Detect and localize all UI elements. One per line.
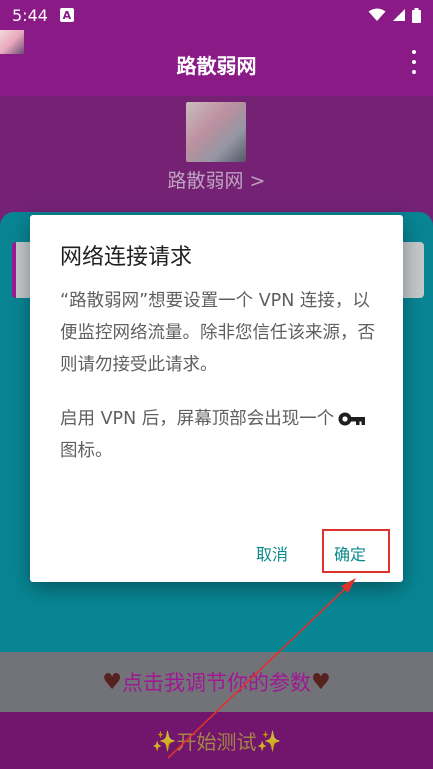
dialog-title: 网络连接请求 <box>60 245 193 270</box>
status-time: 5:44 <box>12 5 48 25</box>
icon-note-text-after: 图标。 <box>60 441 113 461</box>
dialog-paragraph-warning: “路散弱网”想要设置一个 VPN 连接，以便监控网络流量。除非您信任该来源，否则… <box>60 291 375 375</box>
dialog-message: “路散弱网”想要设置一个 VPN 连接，以便监控网络流量。除非您信任该来源，否则… <box>60 285 378 489</box>
dialog-paragraph-icon-note: 启用 VPN 后，屏幕顶部会出现一个 图标。 <box>60 403 378 467</box>
wifi-icon <box>368 8 386 21</box>
vpn-request-dialog: 网络连接请求 “路散弱网”想要设置一个 VPN 连接，以便监控网络流量。除非您信… <box>30 215 403 582</box>
icon-note-text-before: 启用 VPN 后，屏幕顶部会出现一个 <box>60 409 335 429</box>
overflow-menu-icon[interactable] <box>411 50 417 74</box>
cancel-button[interactable]: 取消 <box>256 541 288 565</box>
app-title: 路散弱网 <box>176 54 257 78</box>
status-bar: 5:44 A <box>0 0 433 30</box>
status-left: 5:44 A <box>12 6 74 25</box>
confirm-highlight-box <box>322 529 390 573</box>
battery-icon <box>412 7 421 23</box>
signal-icon <box>393 9 405 21</box>
vpn-key-icon <box>338 412 366 426</box>
notification-app-icon: A <box>59 8 74 22</box>
status-icons <box>368 7 421 23</box>
app-bar: 路散弱网 <box>0 30 433 96</box>
